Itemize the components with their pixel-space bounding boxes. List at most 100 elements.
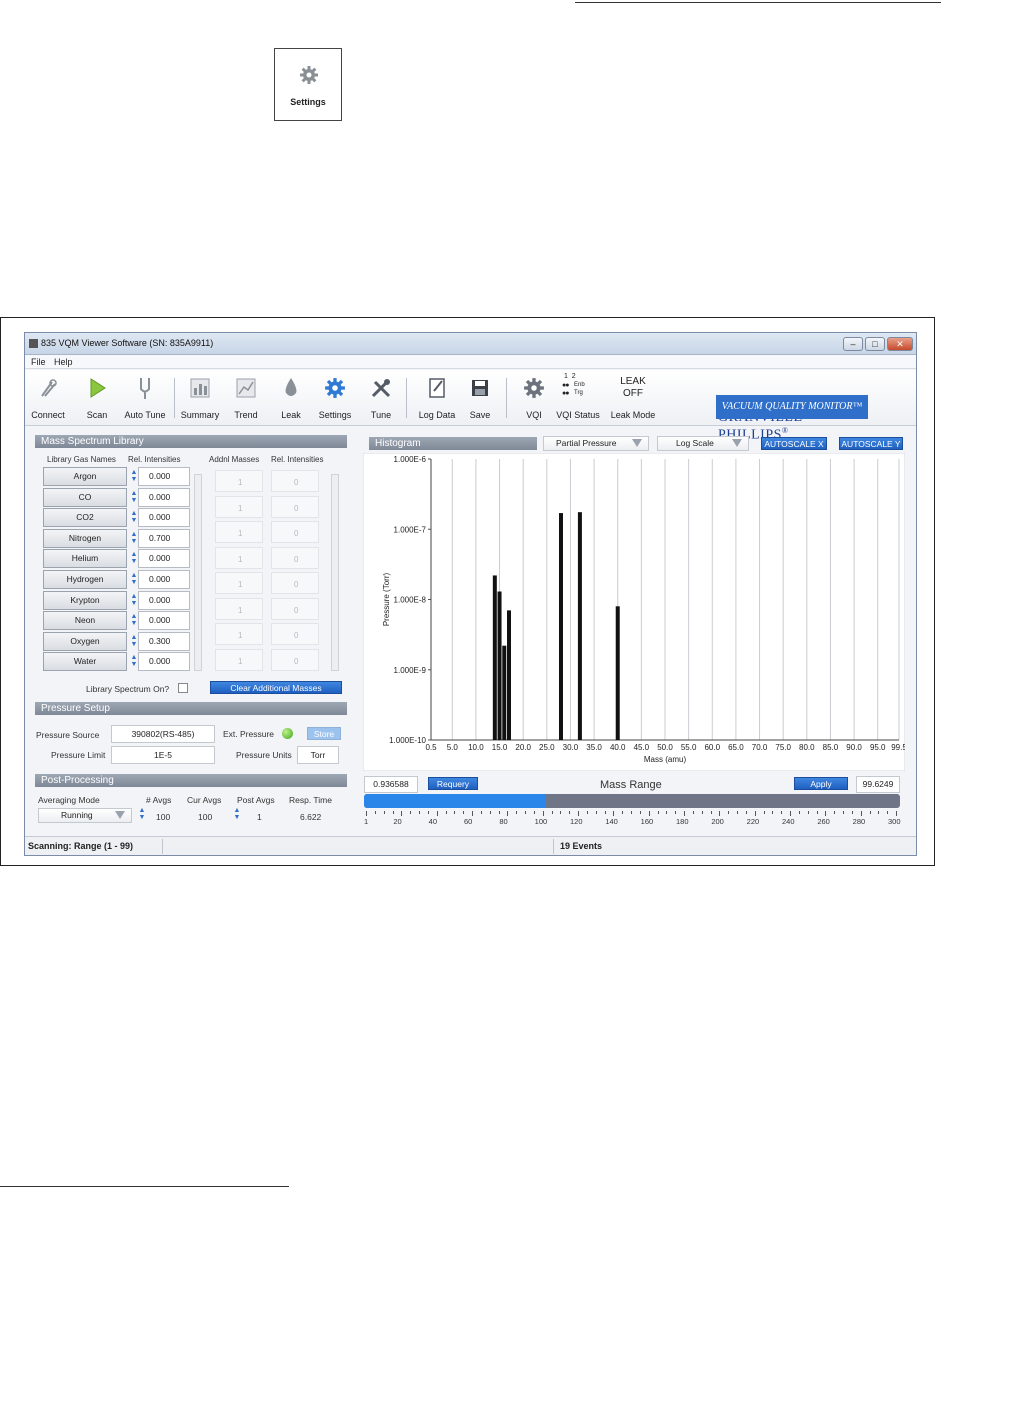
- save-button[interactable]: Save: [455, 376, 505, 420]
- toolbar: Connect Scan Auto Tune Summary Trend Lea…: [25, 370, 916, 443]
- rel-intensity-field[interactable]: 0.000: [138, 652, 190, 672]
- range-tick-mark: [719, 811, 721, 816]
- range-tick-mark: [366, 811, 367, 816]
- vqi-status-button[interactable]: 1 2 ●● Enb ●● Trg VQI Status: [552, 373, 604, 420]
- leak-button[interactable]: Leak: [266, 376, 316, 420]
- autoscale-y-button[interactable]: AUTOSCALE Y: [839, 437, 903, 450]
- summary-button[interactable]: Summary: [175, 376, 225, 420]
- range-tick-mark: [525, 811, 526, 814]
- addl-mass-field[interactable]: 1: [215, 623, 263, 645]
- connect-button[interactable]: Connect: [25, 376, 73, 420]
- addl-rel-field[interactable]: 0: [271, 470, 319, 492]
- gas-name-button[interactable]: Oxygen: [43, 631, 127, 651]
- mass-range-selected[interactable]: [364, 794, 547, 808]
- addl-mass-field[interactable]: 1: [215, 521, 263, 543]
- gas-name-button[interactable]: CO2: [43, 508, 127, 528]
- addl-rel-value: 0: [294, 529, 299, 538]
- range-tick-label: 140: [605, 817, 618, 826]
- addl-mass-field[interactable]: 1: [215, 470, 263, 492]
- tune-button[interactable]: Tune: [356, 376, 406, 420]
- rel-intensity-field[interactable]: 0.000: [138, 508, 190, 528]
- post-avgs-stepper[interactable]: ▲ ▼: [232, 807, 242, 821]
- settings-label: Settings: [318, 410, 352, 420]
- auto-tune-button[interactable]: Auto Tune: [120, 376, 170, 420]
- addl-rel-field[interactable]: 0: [271, 521, 319, 543]
- range-tick-label: 120: [570, 817, 583, 826]
- rel-intensity-field[interactable]: 0.000: [138, 611, 190, 631]
- rel-intensity-field[interactable]: 0.000: [138, 549, 190, 569]
- range-tick-mark: [622, 811, 624, 814]
- avgs-value[interactable]: 100: [156, 812, 170, 822]
- minimize-button[interactable]: –: [843, 337, 863, 351]
- leak-mode-button[interactable]: LEAK OFF Leak Mode: [608, 376, 658, 420]
- trend-button[interactable]: Trend: [221, 376, 271, 420]
- rel-intensity-field[interactable]: 0.000: [138, 570, 190, 589]
- rel-intensity-field[interactable]: 0.000: [138, 590, 190, 610]
- addl-rel-field[interactable]: 0: [271, 623, 319, 645]
- gas-name-button[interactable]: Hydrogen: [43, 570, 127, 589]
- gas-name-button[interactable]: Neon: [43, 611, 127, 631]
- x-tick-label: 35.0: [586, 743, 602, 752]
- settings-icon-label: Settings: [290, 97, 326, 107]
- menu-help[interactable]: Help: [54, 357, 73, 367]
- post-avgs-label: Post Avgs: [237, 795, 275, 805]
- menu-file[interactable]: File: [31, 357, 46, 367]
- mass-range-label: Mass Range: [600, 779, 662, 791]
- addl-rel-field[interactable]: 0: [271, 572, 319, 594]
- rel-intensity-field[interactable]: 0.700: [138, 528, 190, 548]
- addl-list-scrollbar[interactable]: [331, 474, 339, 671]
- pressure-limit-field[interactable]: 1E-5: [111, 746, 215, 764]
- pressure-units-field[interactable]: Torr: [297, 746, 339, 764]
- addl-rel-field[interactable]: 0: [271, 546, 319, 569]
- averaging-mode-dropdown[interactable]: Running: [38, 808, 132, 823]
- rel-intensity-field[interactable]: 0.000: [138, 467, 190, 486]
- pressure-source-field[interactable]: 390802(RS-485): [111, 725, 215, 743]
- range-tick-mark: [516, 811, 518, 814]
- x-tick-label: 85.0: [823, 743, 839, 752]
- addl-rel-field[interactable]: 0: [271, 597, 319, 620]
- gas-name-button[interactable]: Helium: [43, 549, 127, 569]
- scale-dropdown[interactable]: Log Scale: [657, 436, 749, 451]
- vqi-trg-label: Trg: [574, 390, 583, 396]
- addl-mass-field[interactable]: 1: [215, 495, 263, 518]
- mass-range-slider[interactable]: [364, 794, 900, 808]
- pressure-mode-dropdown[interactable]: Partial Pressure: [543, 436, 649, 451]
- histogram-chart: 0.5 5.0 10.0 15.0 20.0 25.0 30.0 35.0 40.0 45.0 50…: [363, 453, 905, 771]
- range-tick-mark: [728, 811, 730, 814]
- gas-name-button[interactable]: Nitrogen: [43, 528, 127, 548]
- gas-list-scrollbar[interactable]: [194, 474, 202, 671]
- settings-button[interactable]: Settings: [310, 376, 360, 420]
- vqi-enb-label: Enb: [574, 382, 585, 388]
- gas-name-button[interactable]: Argon: [43, 467, 127, 486]
- gas-name-button[interactable]: CO: [43, 487, 127, 507]
- library-spectrum-checkbox[interactable]: [178, 683, 188, 693]
- post-avgs-value[interactable]: 1: [257, 812, 262, 822]
- addl-rel-field[interactable]: 0: [271, 495, 319, 518]
- rel-intensity-field[interactable]: 0.300: [138, 631, 190, 651]
- addl-mass-field[interactable]: 1: [215, 572, 263, 594]
- apply-button[interactable]: Apply: [794, 777, 848, 790]
- gas-name-button[interactable]: Krypton: [43, 590, 127, 610]
- store-button[interactable]: Store: [307, 727, 341, 740]
- mass-range-low[interactable]: 0.936588: [364, 776, 418, 793]
- mass-range-high[interactable]: 99.6249: [856, 776, 900, 793]
- addl-mass-field[interactable]: 1: [215, 546, 263, 569]
- addl-mass-field[interactable]: 1: [215, 648, 263, 671]
- addl-rel-field[interactable]: 0: [271, 648, 319, 671]
- settings-icon-callout: Settings: [274, 48, 342, 121]
- range-tick-mark: [498, 811, 500, 814]
- close-button[interactable]: ✕: [887, 337, 913, 351]
- rel-intensity-field[interactable]: 0.000: [138, 487, 190, 507]
- maximize-button[interactable]: □: [865, 337, 885, 351]
- scan-button[interactable]: Scan: [72, 376, 122, 420]
- gas-name-button[interactable]: Water: [43, 652, 127, 672]
- requery-button[interactable]: Requery: [428, 777, 478, 790]
- range-tick-mark: [843, 811, 844, 814]
- pressure-panel-header: Pressure Setup: [35, 702, 347, 715]
- avgs-stepper[interactable]: ▲ ▼: [137, 807, 147, 821]
- range-tick-mark: [675, 811, 677, 814]
- plug-icon: [25, 376, 73, 400]
- clear-additional-masses-button[interactable]: Clear Additional Masses: [210, 681, 342, 694]
- addl-mass-field[interactable]: 1: [215, 597, 263, 620]
- autoscale-x-button[interactable]: AUTOSCALE X: [761, 437, 827, 450]
